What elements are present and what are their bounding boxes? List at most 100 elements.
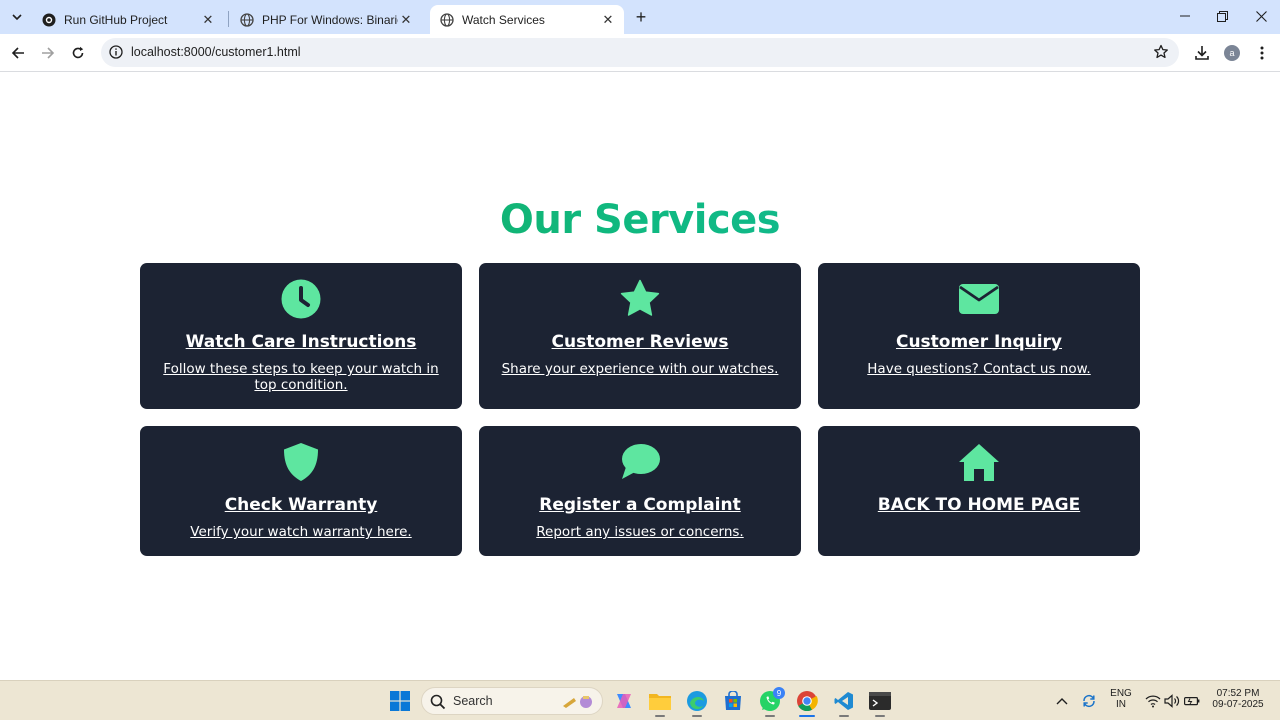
tab-php-for-windows[interactable]: PHP For Windows: Binaries and ✕: [230, 5, 422, 34]
browser-toolbar: localhost:8000/customer1.html a: [0, 34, 1280, 72]
chevron-up-icon: [1056, 698, 1068, 705]
search-placeholder: Search: [453, 694, 493, 708]
github-icon: [42, 13, 56, 27]
tab-search-chevron-icon[interactable]: [6, 7, 28, 27]
card-description[interactable]: Verify your watch warranty here.: [160, 524, 442, 540]
card-description[interactable]: Share your experience with our watches.: [499, 361, 781, 377]
search-icon: [430, 694, 446, 710]
copilot-button[interactable]: [612, 689, 636, 713]
profile-button[interactable]: a: [1221, 42, 1243, 64]
search-highlight-icon: [563, 696, 592, 708]
restore-button[interactable]: [1204, 4, 1240, 28]
chrome-button[interactable]: [795, 689, 819, 713]
globe-icon: [440, 12, 454, 27]
url-text[interactable]: localhost:8000/customer1.html: [131, 45, 301, 59]
reload-button[interactable]: [67, 42, 89, 64]
terminal-button[interactable]: [868, 689, 892, 713]
envelope-icon: [959, 284, 999, 314]
edge-button[interactable]: [685, 689, 709, 713]
downloads-button[interactable]: [1191, 42, 1213, 64]
clock-date: 09-07-2025: [1212, 699, 1264, 710]
taskbar-search-box[interactable]: Search: [421, 687, 603, 715]
card-title[interactable]: Register a Complaint: [489, 495, 791, 515]
service-card-register-complaint[interactable]: Register a Complaint Report any issues o…: [479, 426, 801, 556]
notification-badge: 9: [773, 687, 785, 699]
service-card-watch-care[interactable]: Watch Care Instructions Follow these ste…: [140, 263, 462, 409]
windows-logo-icon: [390, 691, 410, 711]
back-to-home-card[interactable]: BACK TO HOME PAGE: [818, 426, 1140, 556]
battery-icon: [1184, 696, 1200, 706]
input-language[interactable]: ENG IN: [1106, 688, 1136, 710]
minimize-button[interactable]: [1167, 4, 1203, 28]
close-tab-icon[interactable]: ✕: [398, 12, 414, 28]
card-description[interactable]: Have questions? Contact us now.: [838, 361, 1120, 377]
clock-time: 07:52 PM: [1216, 688, 1260, 699]
service-card-customer-reviews[interactable]: Customer Reviews Share your experience w…: [479, 263, 801, 409]
running-indicator: [839, 715, 849, 717]
language-code: ENG: [1110, 688, 1132, 699]
sync-icon: [1083, 694, 1095, 708]
card-title[interactable]: BACK TO HOME PAGE: [828, 495, 1130, 515]
file-explorer-button[interactable]: [648, 689, 672, 713]
download-icon: [1195, 46, 1209, 60]
back-button[interactable]: [7, 42, 29, 64]
new-tab-button[interactable]: +: [630, 7, 652, 27]
copilot-icon: [617, 694, 631, 708]
tab-watch-services[interactable]: Watch Services ✕: [430, 5, 624, 34]
folder-icon: [649, 694, 671, 710]
star-icon: [620, 279, 660, 316]
clock[interactable]: 07:52 PM 09-07-2025: [1206, 688, 1270, 710]
running-indicator: [655, 715, 665, 717]
terminal-icon: [869, 692, 891, 710]
region-code: IN: [1116, 699, 1126, 710]
running-indicator: [692, 715, 702, 717]
speaker-icon: [1164, 694, 1180, 708]
chrome-icon: [797, 691, 818, 712]
arrow-left-icon: [11, 47, 24, 59]
tab-divider: [228, 11, 229, 27]
store-button[interactable]: [721, 689, 745, 713]
card-description[interactable]: Follow these steps to keep your watch in…: [160, 361, 442, 393]
card-title[interactable]: Check Warranty: [150, 495, 452, 515]
running-indicator: [875, 715, 885, 717]
service-card-customer-inquiry[interactable]: Customer Inquiry Have questions? Contact…: [818, 263, 1140, 409]
home-icon: [959, 444, 999, 481]
taskbar: Search 9 ENG IN 07:52 PM 09-07-2025: [0, 680, 1280, 720]
start-button[interactable]: [388, 689, 412, 713]
minimize-icon: [1180, 15, 1190, 17]
battery-button[interactable]: [1180, 689, 1204, 713]
show-hidden-icons-button[interactable]: [1050, 689, 1074, 713]
sync-status-button[interactable]: [1077, 689, 1101, 713]
vscode-icon: [834, 692, 853, 710]
bookmark-star-icon[interactable]: [1153, 44, 1169, 60]
plus-icon: +: [635, 7, 647, 27]
card-description[interactable]: Report any issues or concerns.: [499, 524, 781, 540]
vscode-button[interactable]: [832, 689, 856, 713]
info-icon[interactable]: [109, 45, 123, 59]
globe-icon: [240, 12, 254, 27]
close-window-button[interactable]: [1243, 4, 1279, 28]
tab-title: Run GitHub Project: [64, 12, 168, 27]
reload-icon: [72, 46, 84, 59]
tab-title: Watch Services: [462, 12, 545, 27]
shield-icon: [284, 443, 318, 481]
edge-icon: [687, 691, 707, 711]
page-title: Our Services: [0, 197, 1280, 243]
menu-button[interactable]: [1251, 42, 1273, 64]
card-title[interactable]: Watch Care Instructions: [150, 332, 452, 352]
card-title[interactable]: Customer Reviews: [489, 332, 791, 352]
microsoft-store-icon: [725, 691, 741, 710]
service-card-check-warranty[interactable]: Check Warranty Verify your watch warrant…: [140, 426, 462, 556]
address-bar[interactable]: localhost:8000/customer1.html: [101, 38, 1179, 67]
close-tab-icon[interactable]: ✕: [600, 12, 616, 28]
running-indicator: [765, 715, 775, 717]
avatar: a: [1224, 45, 1240, 61]
forward-button[interactable]: [37, 42, 59, 64]
page-content: Our Services Watch Care Instructions Fol…: [0, 73, 1280, 680]
arrow-right-icon: [42, 47, 55, 59]
close-tab-icon[interactable]: ✕: [200, 12, 216, 28]
tab-run-github-project[interactable]: Run GitHub Project ✕: [32, 5, 224, 34]
card-title[interactable]: Customer Inquiry: [828, 332, 1130, 352]
clock-icon: [281, 279, 321, 319]
kebab-menu-icon: [1260, 46, 1264, 60]
